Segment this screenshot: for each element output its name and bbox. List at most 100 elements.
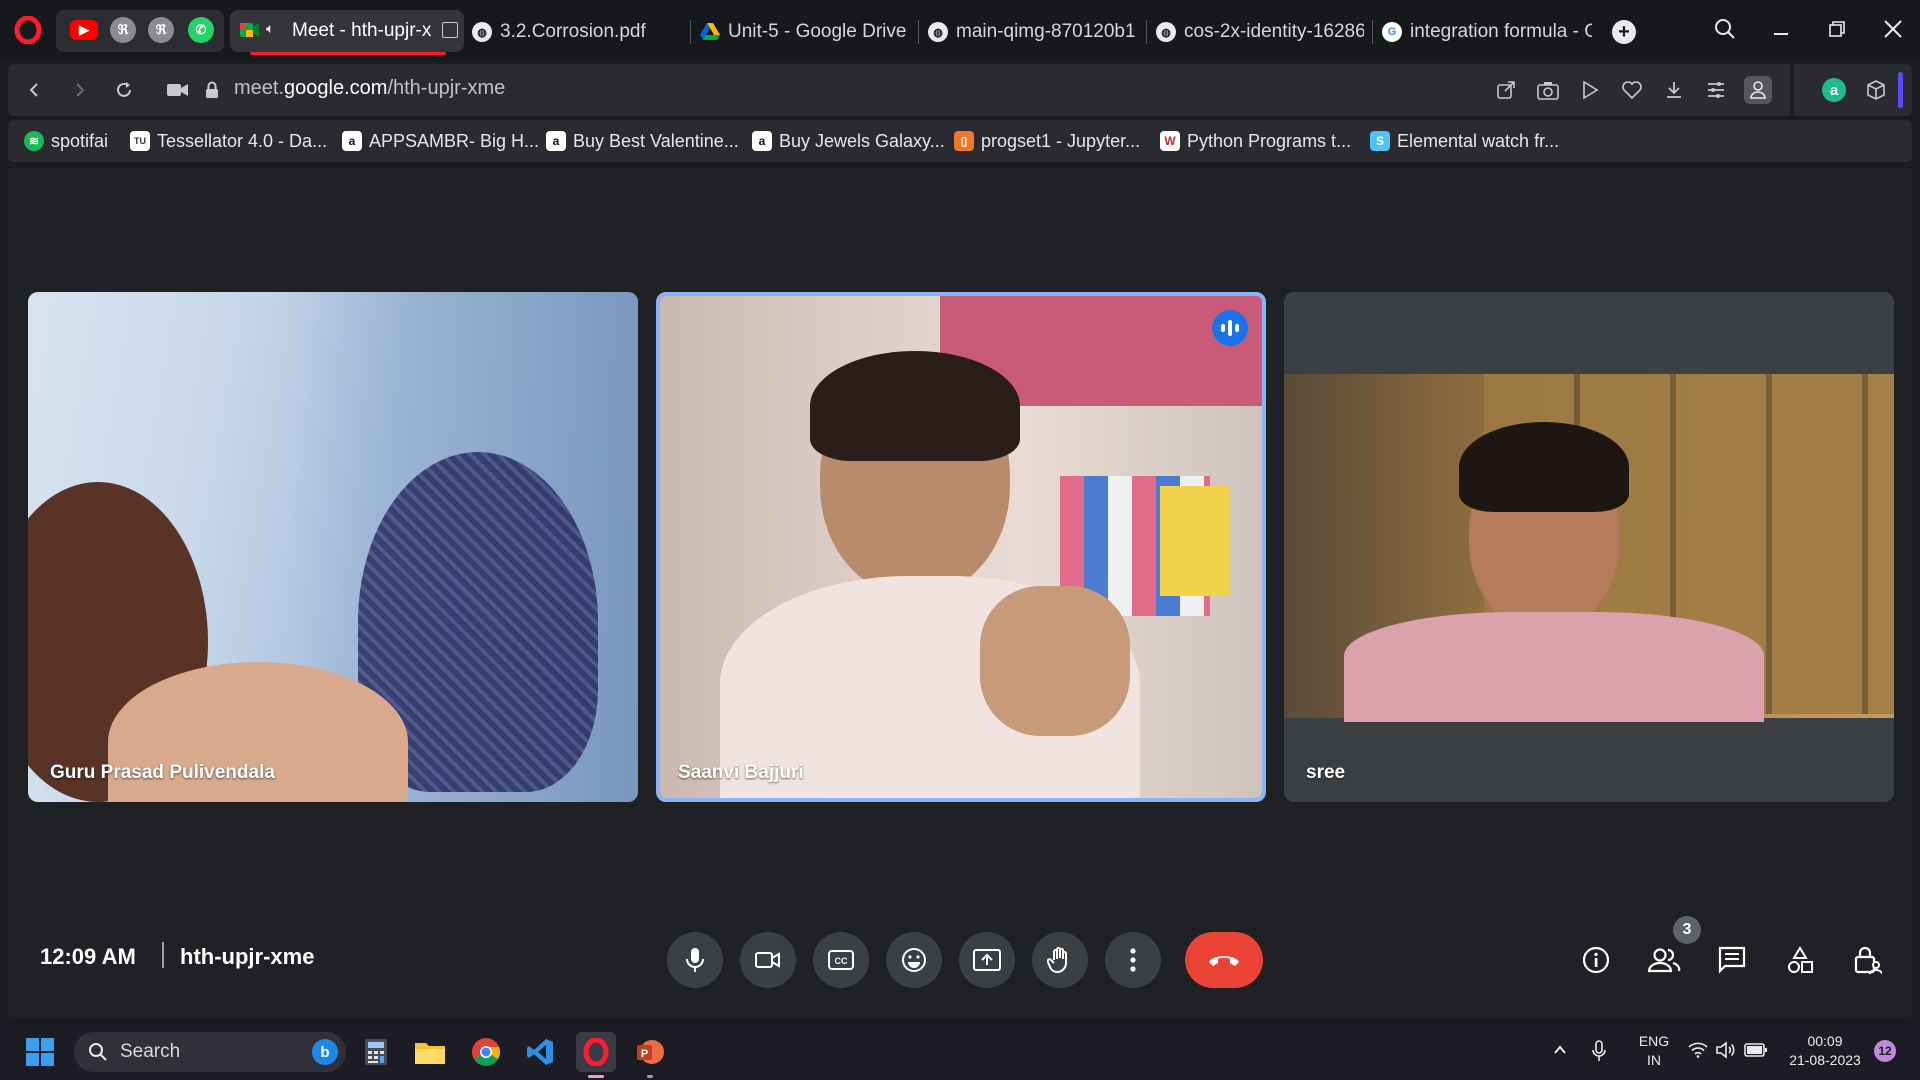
participant-name: Saanvi Bajjuri bbox=[678, 762, 804, 783]
close-window-icon[interactable] bbox=[1878, 14, 1908, 44]
microphone-icon bbox=[686, 948, 704, 972]
new-tab-button[interactable]: + bbox=[1612, 20, 1636, 44]
tab-audio-icon[interactable]: 🔈︎ bbox=[266, 20, 274, 37]
bookmark-tessellator[interactable]: TU Tessellator 4.0 - Da... bbox=[130, 129, 327, 153]
show-hidden-icons-chevron-icon[interactable] bbox=[1552, 1042, 1568, 1063]
activities-button[interactable] bbox=[1778, 938, 1822, 982]
globe-icon: ◍ bbox=[472, 22, 492, 42]
bookmark-python-programs[interactable]: W Python Programs t... bbox=[1160, 129, 1351, 153]
windows-taskbar: Search b P ENG IN 00:09 21-08-2023 12 bbox=[0, 1024, 1920, 1080]
participant-tile[interactable]: Guru Prasad Pulivendala bbox=[28, 292, 638, 802]
bookmark-appsambr[interactable]: a APPSAMBR- Big H... bbox=[342, 129, 539, 153]
participant-tile-speaking[interactable]: Saanvi Bajjuri bbox=[656, 292, 1266, 802]
meeting-time: 12:09 AM bbox=[40, 944, 136, 969]
google-drive-icon bbox=[700, 22, 720, 42]
battery-charging-icon[interactable] bbox=[1744, 1042, 1768, 1063]
opera-taskbar-icon[interactable] bbox=[576, 1032, 616, 1078]
file-explorer-icon[interactable] bbox=[410, 1032, 450, 1072]
region-code: IN bbox=[1647, 1052, 1661, 1068]
whatsapp-pinned-tab-icon[interactable]: ✆ bbox=[188, 17, 214, 43]
input-language-indicator[interactable]: ENG IN bbox=[1634, 1032, 1674, 1070]
chat-icon bbox=[1718, 946, 1746, 974]
microphone-button[interactable] bbox=[667, 932, 723, 988]
tab-cos-identity[interactable]: ◍ cos-2x-identity-16286 bbox=[1156, 12, 1364, 52]
notification-count-badge[interactable]: 12 bbox=[1874, 1040, 1896, 1062]
youtube-pinned-tab-icon[interactable]: ▶ bbox=[70, 20, 98, 40]
present-screen-button[interactable] bbox=[959, 932, 1015, 988]
search-label: Search bbox=[120, 1041, 181, 1062]
tab-corrosion-pdf[interactable]: ◍ 3.2.Corrosion.pdf bbox=[472, 12, 672, 52]
leave-call-button[interactable] bbox=[1185, 932, 1263, 988]
participant-tile[interactable]: sree bbox=[1284, 292, 1894, 802]
chat-button[interactable] bbox=[1710, 938, 1754, 982]
python-programs-icon: W bbox=[1160, 131, 1180, 151]
svg-text:CC: CC bbox=[835, 956, 848, 966]
taskbar-search-box[interactable]: Search b bbox=[74, 1032, 346, 1072]
download-icon[interactable] bbox=[1660, 76, 1688, 104]
host-controls-button[interactable] bbox=[1846, 938, 1890, 982]
captions-button[interactable]: CC bbox=[813, 932, 869, 988]
opera-menu-icon[interactable] bbox=[14, 15, 42, 45]
chrome-icon[interactable] bbox=[466, 1032, 506, 1072]
tab-pip-icon[interactable] bbox=[442, 22, 458, 38]
bookmark-spotifai[interactable]: ≋ spotifai bbox=[24, 129, 108, 153]
pinned-tab-1-icon[interactable]: ℜ bbox=[110, 17, 136, 43]
vscode-icon[interactable] bbox=[520, 1032, 560, 1072]
participant-name: sree bbox=[1306, 762, 1346, 783]
bookmark-jewels[interactable]: a Buy Jewels Galaxy... bbox=[752, 129, 945, 153]
minimize-icon[interactable] bbox=[1766, 14, 1796, 44]
share-icon[interactable] bbox=[1492, 76, 1520, 104]
wifi-icon[interactable] bbox=[1688, 1042, 1708, 1063]
tab-integration-formula[interactable]: G integration formula - G bbox=[1382, 12, 1592, 52]
profile-icon[interactable] bbox=[1744, 76, 1772, 104]
windows-start-icon[interactable] bbox=[20, 1032, 60, 1072]
more-options-button[interactable] bbox=[1105, 932, 1161, 988]
tab-meet-active[interactable]: 🔈︎ Meet - hth-upjr-x bbox=[230, 10, 464, 55]
tab-title: main-qimg-870120b1 bbox=[956, 21, 1136, 42]
browser-tab-bar: ▶ ℜ ℜ ✆ 🔈︎ Meet - hth-upjr-x ◍ 3.2.Corro… bbox=[0, 0, 1920, 62]
meeting-details-button[interactable] bbox=[1574, 938, 1618, 982]
powerpoint-icon[interactable]: P bbox=[630, 1032, 670, 1078]
more-vert-icon bbox=[1130, 948, 1136, 972]
tab-separator bbox=[918, 20, 919, 44]
calculator-icon[interactable] bbox=[356, 1032, 396, 1072]
tab-title: integration formula - G bbox=[1410, 21, 1592, 42]
restore-icon[interactable] bbox=[1822, 14, 1852, 44]
running-app-indicator bbox=[647, 1075, 653, 1078]
microphone-tray-icon[interactable] bbox=[1592, 1040, 1606, 1067]
bookmark-elemental[interactable]: S Elemental watch fr... bbox=[1370, 129, 1559, 153]
forward-icon[interactable] bbox=[64, 74, 96, 106]
url-path: /hth-upjr-xme bbox=[387, 77, 506, 99]
easy-setup-icon[interactable] bbox=[1702, 76, 1730, 104]
reactions-button[interactable] bbox=[886, 932, 942, 988]
pinned-tab-2-icon[interactable]: ℜ bbox=[148, 17, 174, 43]
player-icon[interactable] bbox=[1576, 76, 1604, 104]
reload-icon[interactable] bbox=[108, 74, 140, 106]
camera-in-use-icon[interactable] bbox=[162, 74, 194, 106]
bookmark-label: Buy Jewels Galaxy... bbox=[779, 130, 945, 151]
search-tabs-icon[interactable] bbox=[1710, 14, 1740, 44]
bookmark-progset1[interactable]: ▯ progset1 - Jupyter... bbox=[954, 129, 1140, 153]
taskbar-clock[interactable]: 00:09 21-08-2023 bbox=[1780, 1032, 1870, 1070]
tab-separator bbox=[690, 20, 691, 44]
camera-button[interactable] bbox=[740, 932, 796, 988]
volume-icon[interactable] bbox=[1716, 1041, 1736, 1064]
people-button[interactable] bbox=[1642, 938, 1686, 982]
snapshot-icon[interactable] bbox=[1534, 76, 1562, 104]
heart-icon[interactable] bbox=[1618, 76, 1646, 104]
back-icon[interactable] bbox=[18, 74, 50, 106]
tessellator-icon: TU bbox=[130, 131, 150, 151]
amazon-icon: a bbox=[342, 131, 362, 151]
raise-hand-button[interactable] bbox=[1032, 932, 1088, 988]
video-feed-person-hair bbox=[810, 351, 1020, 461]
lock-icon[interactable] bbox=[196, 74, 228, 106]
bookmark-valentine[interactable]: a Buy Best Valentine... bbox=[546, 129, 739, 153]
url-text[interactable]: meet.google.com/hth-upjr-xme bbox=[234, 77, 505, 100]
extensions-cube-icon[interactable] bbox=[1862, 76, 1890, 104]
tab-main-qimg[interactable]: ◍ main-qimg-870120b1 bbox=[928, 12, 1140, 52]
bookmark-label: Tessellator 4.0 - Da... bbox=[157, 130, 328, 151]
tab-google-drive[interactable]: Unit-5 - Google Drive bbox=[700, 12, 910, 52]
video-feed-person-body bbox=[1344, 612, 1764, 722]
video-feed-person-hair bbox=[1459, 422, 1629, 512]
aria-ai-icon[interactable]: a bbox=[1820, 76, 1848, 104]
